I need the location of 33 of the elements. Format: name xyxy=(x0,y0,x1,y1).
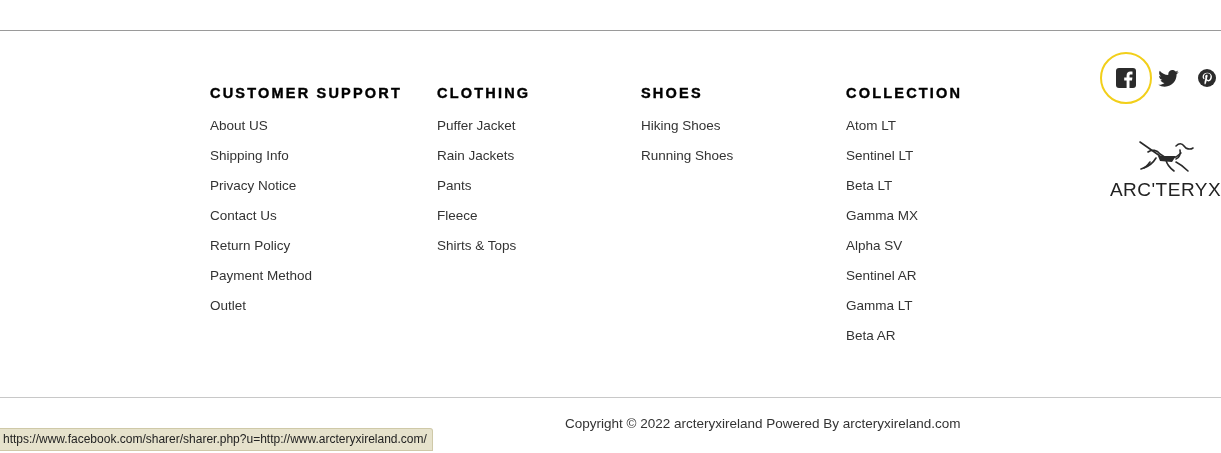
footer-link[interactable]: Outlet xyxy=(210,298,247,314)
facebook-link[interactable] xyxy=(1100,52,1152,104)
logo-text: ARC'TERYX xyxy=(1109,180,1221,200)
footer-link[interactable]: Puffer Jacket xyxy=(437,118,516,134)
footer-link[interactable]: Shipping Info xyxy=(210,148,289,164)
footer-link[interactable]: Running Shoes xyxy=(641,148,734,164)
footer-link[interactable]: Sentinel AR xyxy=(846,268,917,284)
column-heading: COLLECTION xyxy=(846,85,963,101)
column-heading: SHOES xyxy=(641,85,703,101)
footer-link[interactable]: Rain Jackets xyxy=(437,148,515,164)
footer-link[interactable]: Privacy Notice xyxy=(210,178,297,194)
footer-link[interactable]: Contact Us xyxy=(210,208,277,224)
footer-link[interactable]: Gamma MX xyxy=(846,208,918,224)
footer-link[interactable]: Return Policy xyxy=(210,238,291,254)
footer-link[interactable]: Gamma LT xyxy=(846,298,913,314)
footer-link[interactable]: Atom LT xyxy=(846,118,896,134)
twitter-icon xyxy=(1157,69,1179,87)
footer-link[interactable]: Sentinel LT xyxy=(846,148,914,164)
copyright-text: Copyright © 2022 arcteryxireland Powered By arcteryxireland.com xyxy=(565,415,961,433)
footer-link[interactable]: Hiking Shoes xyxy=(641,118,721,134)
footer-link[interactable]: Payment Method xyxy=(210,268,313,284)
footer-link[interactable]: Shirts & Tops xyxy=(437,238,517,254)
footer-link[interactable]: Fleece xyxy=(437,208,478,224)
status-bar-url: https://www.facebook.com/sharer/sharer.php?u=http://www.arcteryxireland.com/ xyxy=(0,428,433,451)
column-heading: CUSTOMER SUPPORT xyxy=(210,85,403,101)
footer-link[interactable]: Pants xyxy=(437,178,472,194)
pinterest-icon xyxy=(1198,69,1216,87)
footer-link[interactable]: About US xyxy=(210,118,268,134)
footer-link[interactable]: Beta AR xyxy=(846,328,896,344)
facebook-icon xyxy=(1116,68,1136,88)
footer-link[interactable]: Beta LT xyxy=(846,178,893,194)
column-heading: CLOTHING xyxy=(437,85,531,101)
footer-link[interactable]: Alpha SV xyxy=(846,238,903,254)
